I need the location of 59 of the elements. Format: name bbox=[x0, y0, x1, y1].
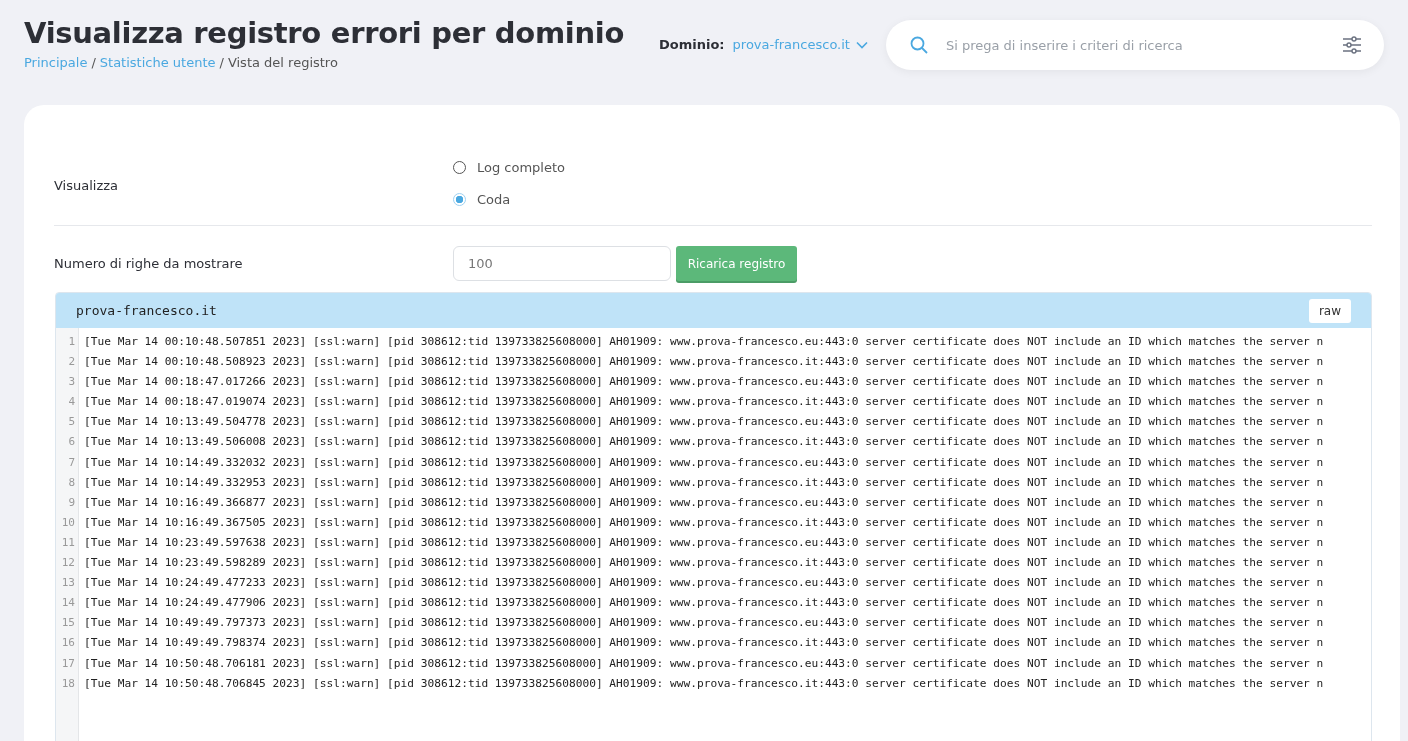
breadcrumb-separator: / bbox=[219, 55, 224, 70]
log-line: [Tue Mar 14 10:13:49.504778 2023] [ssl:warn] [pid 308612:tid 139733825608000] AH01909: www.prova-francesco.eu:443:0 server certificate does NOT include an ID which matches the server n bbox=[84, 414, 1325, 431]
search-field[interactable]: Si prega di inserire i criteri di ricerca bbox=[885, 20, 1384, 70]
log-line: [Tue Mar 14 10:24:49.477233 2023] [ssl:warn] [pid 308612:tid 139733825608000] AH01909: www.prova-francesco.eu:443:0 server certificate does NOT include an ID which matches the server n bbox=[84, 575, 1325, 592]
log-title: prova-francesco.it bbox=[76, 303, 217, 318]
line-number: 4 bbox=[67, 394, 76, 411]
log-line: [Tue Mar 14 00:18:47.017266 2023] [ssl:warn] [pid 308612:tid 139733825608000] AH01909: www.prova-francesco.eu:443:0 server certificate does NOT include an ID which matches the server n bbox=[84, 374, 1325, 391]
domain-dropdown[interactable]: prova-francesco.it bbox=[732, 37, 868, 52]
radio-option[interactable]: Coda bbox=[453, 191, 566, 207]
breadcrumb-link[interactable]: Principale bbox=[24, 55, 88, 70]
log-line: [Tue Mar 14 10:50:48.706845 2023] [ssl:warn] [pid 308612:tid 139733825608000] AH01909: www.prova-francesco.it:443:0 server certificate does NOT include an ID which matches the server n bbox=[84, 675, 1325, 692]
line-number: 3 bbox=[67, 374, 76, 391]
breadcrumb-separator: / bbox=[91, 55, 96, 70]
line-number: 5 bbox=[67, 414, 76, 431]
line-number: 15 bbox=[60, 615, 76, 632]
log-line: [Tue Mar 14 00:18:47.019074 2023] [ssl:warn] [pid 308612:tid 139733825608000] AH01909: www.prova-francesco.it:443:0 server certificate does NOT include an ID which matches the server n bbox=[84, 394, 1325, 411]
log-line: [Tue Mar 14 10:49:49.797373 2023] [ssl:warn] [pid 308612:tid 139733825608000] AH01909: www.prova-francesco.eu:443:0 server certificate does NOT include an ID which matches the server n bbox=[84, 615, 1325, 632]
line-number: 1 bbox=[67, 334, 76, 350]
log-line: [Tue Mar 14 10:49:49.798374 2023] [ssl:warn] [pid 308612:tid 139733825608000] AH01909: www.prova-francesco.it:443:0 server certificate does NOT include an ID which matches the server n bbox=[84, 635, 1325, 652]
breadcrumb-link[interactable]: Statistiche utente bbox=[99, 55, 216, 70]
reload-button[interactable]: Ricarica registro bbox=[676, 246, 797, 281]
breadcrumb-current: Vista del registro bbox=[227, 55, 338, 70]
log-line: [Tue Mar 14 10:50:48.706181 2023] [ssl:warn] [pid 308612:tid 139733825608000] AH01909: www.prova-francesco.eu:443:0 server certificate does NOT include an ID which matches the server n bbox=[84, 655, 1325, 672]
log-line: [Tue Mar 14 10:23:49.598289 2023] [ssl:warn] [pid 308612:tid 139733825608000] AH01909: www.prova-francesco.it:443:0 server certificate does NOT include an ID which matches the server n bbox=[84, 555, 1325, 572]
log-line: [Tue Mar 14 10:23:49.597638 2023] [ssl:warn] [pid 308612:tid 139733825608000] AH01909: www.prova-francesco.eu:443:0 server certificate does NOT include an ID which matches the server n bbox=[84, 534, 1325, 551]
domain-label: Dominio: bbox=[659, 37, 725, 52]
raw-button[interactable]: raw bbox=[1308, 298, 1351, 323]
field-label: Visualizza bbox=[54, 177, 120, 193]
log-line: [Tue Mar 14 10:16:49.367505 2023] [ssl:warn] [pid 308612:tid 139733825608000] AH01909: www.prova-francesco.it:443:0 server certificate does NOT include an ID which matches the server n bbox=[84, 514, 1325, 531]
line-number: 18 bbox=[60, 675, 76, 692]
log-line: [Tue Mar 14 10:13:49.506008 2023] [ssl:warn] [pid 308612:tid 139733825608000] AH01909: www.prova-francesco.it:443:0 server certificate does NOT include an ID which matches the server n bbox=[84, 434, 1325, 451]
line-number: 8 bbox=[67, 474, 76, 491]
page-title: Visualizza registro errori per dominio bbox=[24, 16, 626, 50]
line-number: 12 bbox=[60, 555, 76, 572]
log-line: [Tue Mar 14 10:24:49.477906 2023] [ssl:warn] [pid 308612:tid 139733825608000] AH01909: www.prova-francesco.it:443:0 server certificate does NOT include an ID which matches the server n bbox=[84, 595, 1325, 612]
radio-label: Log completo bbox=[477, 159, 566, 175]
line-number: 10 bbox=[60, 514, 76, 531]
input-field[interactable]: 100 bbox=[453, 246, 671, 281]
log-line: [Tue Mar 14 10:14:49.332032 2023] [ssl:warn] [pid 308612:tid 139733825608000] AH01909: www.prova-francesco.eu:443:0 server certificate does NOT include an ID which matches the server n bbox=[84, 454, 1325, 471]
line-number: 16 bbox=[60, 635, 76, 652]
radio-label: Coda bbox=[477, 191, 511, 207]
log-line: [Tue Mar 14 00:10:48.507851 2023] [ssl:warn] [pid 308612:tid 139733825608000] AH01909: www.prova-francesco.eu:443:0 server certificate does NOT include an ID which matches the server n bbox=[84, 334, 1325, 350]
field-label: Numero di righe da mostrare bbox=[54, 256, 244, 271]
line-number: 6 bbox=[67, 434, 76, 451]
line-number: 2 bbox=[67, 354, 76, 371]
radio-option[interactable]: Log completo bbox=[453, 159, 566, 175]
log-line: [Tue Mar 14 10:14:49.332953 2023] [ssl:warn] [pid 308612:tid 139733825608000] AH01909: www.prova-francesco.it:443:0 server certificate does NOT include an ID which matches the server n bbox=[84, 474, 1325, 491]
chevron-down-icon bbox=[855, 40, 868, 49]
line-number: 14 bbox=[60, 595, 76, 612]
search-icon bbox=[909, 36, 928, 54]
log-line: [Tue Mar 14 00:10:48.508923 2023] [ssl:warn] [pid 308612:tid 139733825608000] AH01909: www.prova-francesco.it:443:0 server certificate does NOT include an ID which matches the server n bbox=[84, 354, 1325, 371]
line-number: 7 bbox=[67, 454, 76, 471]
line-number: 13 bbox=[60, 575, 76, 592]
filter-sliders-icon[interactable] bbox=[1341, 35, 1362, 55]
line-number: 17 bbox=[60, 655, 76, 672]
line-number: 9 bbox=[67, 494, 76, 511]
log-line: [Tue Mar 14 10:16:49.366877 2023] [ssl:warn] [pid 308612:tid 139733825608000] AH01909: www.prova-francesco.eu:443:0 server certificate does NOT include an ID which matches the server n bbox=[84, 494, 1325, 511]
search-input[interactable]: Si prega di inserire i criteri di ricerca bbox=[943, 36, 1326, 54]
line-number: 11 bbox=[60, 534, 76, 551]
